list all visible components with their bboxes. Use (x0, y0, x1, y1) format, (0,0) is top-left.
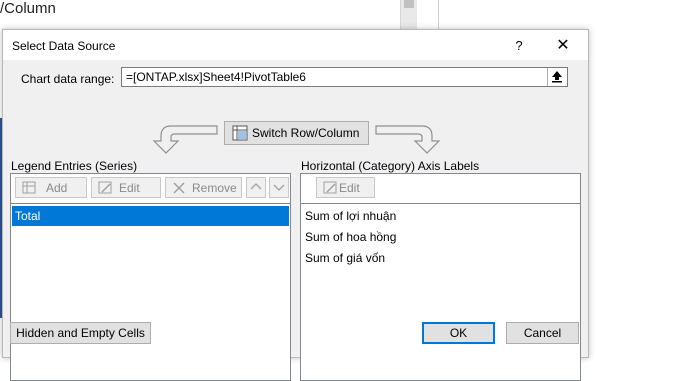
move-down-button[interactable] (269, 177, 289, 198)
category-axis-panel: Edit Sum of lợi nhuận Sum of hoa hồng Su… (300, 173, 581, 381)
curved-arrow-left-icon (152, 125, 218, 154)
switch-row-column-button[interactable]: Switch Row/Column (224, 121, 369, 145)
background-sheet: /Column (0, 0, 440, 30)
edit-series-label: Edit (119, 181, 140, 195)
edit-series-icon (98, 181, 112, 194)
remove-series-label: Remove (192, 181, 237, 195)
collapse-dialog-button[interactable] (547, 68, 567, 86)
move-up-button[interactable] (246, 177, 266, 198)
select-data-source-dialog: Select Data Source ? ✕ Chart data range:… (2, 29, 589, 381)
add-series-button[interactable]: Add (15, 177, 87, 198)
category-toolbar: Edit (301, 174, 580, 204)
edit-category-button[interactable]: Edit (316, 177, 375, 198)
background-sheet-text: /Column (0, 0, 56, 17)
series-item-total[interactable]: Total (12, 206, 289, 226)
chart-range-label: Chart data range: (21, 72, 115, 86)
legend-entries-label: Legend Entries (Series) (11, 159, 138, 173)
dialog-titlebar: Select Data Source ? ✕ (3, 30, 588, 60)
remove-x-icon (173, 182, 185, 194)
curved-arrow-right-icon (375, 125, 441, 154)
switch-row-column-label: Switch Row/Column (252, 126, 360, 140)
edit-category-icon (323, 181, 337, 194)
category-item[interactable]: Sum of giá vốn (302, 248, 579, 268)
chart-range-value: =[ONTAP.xlsx]Sheet4!PivotTable6 (126, 70, 306, 84)
switch-grid-icon (232, 125, 248, 141)
edit-category-label: Edit (339, 181, 360, 195)
background-scrollbar[interactable] (400, 0, 417, 30)
chevron-up-icon (250, 183, 262, 190)
dialog-title: Select Data Source (12, 39, 116, 53)
close-button[interactable]: ✕ (551, 36, 575, 56)
background-scroll-thumb[interactable] (404, 0, 414, 8)
add-series-icon (22, 181, 36, 194)
legend-toolbar: Add Edit Remove (11, 174, 290, 204)
hidden-empty-cells-button[interactable]: Hidden and Empty Cells (10, 322, 151, 344)
category-item[interactable]: Sum of hoa hồng (302, 227, 579, 247)
cancel-button[interactable]: Cancel (506, 322, 579, 344)
remove-series-button[interactable]: Remove (165, 177, 242, 198)
legend-entries-panel: Add Edit Remove Total (10, 173, 291, 381)
ok-button[interactable]: OK (422, 322, 495, 344)
collapse-arrow-icon (552, 71, 562, 83)
background-divider (438, 0, 439, 30)
category-item[interactable]: Sum of lợi nhuận (302, 206, 579, 226)
edit-series-button[interactable]: Edit (91, 177, 161, 198)
category-axis-label: Horizontal (Category) Axis Labels (301, 159, 480, 173)
help-button[interactable]: ? (509, 36, 529, 56)
add-series-label: Add (46, 181, 68, 195)
chevron-down-icon (273, 184, 285, 191)
chart-range-input[interactable]: =[ONTAP.xlsx]Sheet4!PivotTable6 (121, 67, 568, 87)
